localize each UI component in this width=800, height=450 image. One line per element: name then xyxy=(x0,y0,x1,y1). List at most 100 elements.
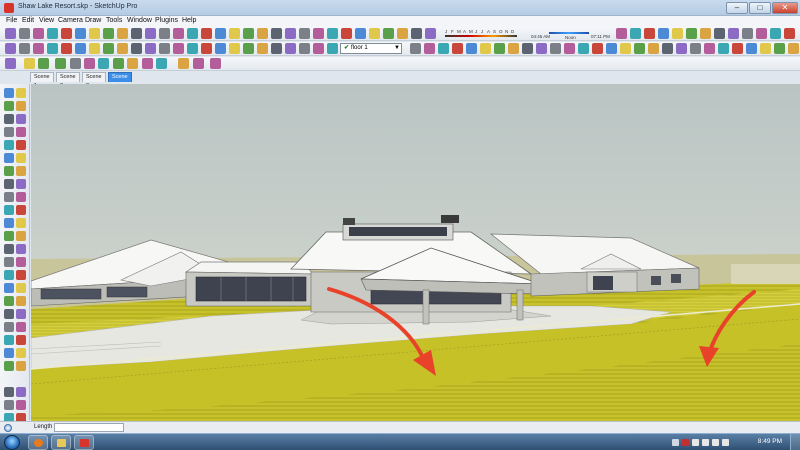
month-label[interactable]: N xyxy=(505,29,508,34)
toolbar-2-tool-icon[interactable] xyxy=(774,43,785,54)
toolbar-1-tool-icon[interactable] xyxy=(644,28,655,39)
toolbar-2-tool-icon[interactable] xyxy=(578,43,589,54)
toolbar-1-tool-icon[interactable] xyxy=(756,28,767,39)
toolbar-2-tool-icon[interactable] xyxy=(5,43,16,54)
taskbar-explorer[interactable] xyxy=(51,435,71,450)
left-tool-icon[interactable] xyxy=(4,218,14,228)
month-label[interactable]: M xyxy=(469,29,473,34)
toolbar-3-tool-icon[interactable] xyxy=(24,58,35,69)
status-info-icon[interactable] xyxy=(4,424,12,432)
toolbar-1-tool-icon[interactable] xyxy=(742,28,753,39)
menu-window[interactable]: Window xyxy=(127,17,152,24)
month-label[interactable]: J xyxy=(475,29,477,34)
toolbar-1-tool-icon[interactable] xyxy=(327,28,338,39)
toolbar-2-tool-icon[interactable] xyxy=(327,43,338,54)
toolbar-2-tool-icon[interactable] xyxy=(299,43,310,54)
menu-help[interactable]: Help xyxy=(182,17,196,24)
left-tool-icon[interactable] xyxy=(4,140,14,150)
toolbar-3-tool-icon[interactable] xyxy=(98,58,109,69)
show-desktop-button[interactable] xyxy=(790,434,800,450)
month-label[interactable]: F xyxy=(451,29,454,34)
left-tool-icon[interactable] xyxy=(16,140,26,150)
left-tool-icon[interactable] xyxy=(4,166,14,176)
toolbar-3-tool-icon[interactable] xyxy=(142,58,153,69)
taskbar-firefox[interactable] xyxy=(28,435,48,450)
toolbar-2-tool-icon[interactable] xyxy=(47,43,58,54)
model-viewport[interactable] xyxy=(31,84,800,421)
toolbar-2-tool-icon[interactable] xyxy=(424,43,435,54)
toolbar-1-tool-icon[interactable] xyxy=(658,28,669,39)
toolbar-2-tool-icon[interactable] xyxy=(634,43,645,54)
left-tool-icon[interactable] xyxy=(4,322,14,332)
toolbar-2-tool-icon[interactable] xyxy=(480,43,491,54)
toolbar-1-tool-icon[interactable] xyxy=(728,28,739,39)
left-tool-icon[interactable] xyxy=(16,205,26,215)
toolbar-2-tool-icon[interactable] xyxy=(117,43,128,54)
toolbar-2-tool-icon[interactable] xyxy=(564,43,575,54)
toolbar-1-tool-icon[interactable] xyxy=(714,28,725,39)
left-tool-icon[interactable] xyxy=(4,270,14,280)
toolbar-1-tool-icon[interactable] xyxy=(299,28,310,39)
toolbar-3-tool-icon[interactable] xyxy=(127,58,138,69)
toolbar-2-tool-icon[interactable] xyxy=(536,43,547,54)
toolbar-2-tool-icon[interactable] xyxy=(550,43,561,54)
scene-tab-4[interactable]: Scene 4 xyxy=(108,72,132,89)
left-tool-icon[interactable] xyxy=(16,322,26,332)
toolbar-2-tool-icon[interactable] xyxy=(257,43,268,54)
toolbar-2-tool-icon[interactable] xyxy=(103,43,114,54)
shadow-date-slider[interactable] xyxy=(445,35,517,37)
toolbar-2-tool-icon[interactable] xyxy=(173,43,184,54)
left-tool-icon[interactable] xyxy=(16,192,26,202)
toolbar-1-tool-icon[interactable] xyxy=(341,28,352,39)
toolbar-1-tool-icon[interactable] xyxy=(131,28,142,39)
toolbar-2-tool-icon[interactable] xyxy=(704,43,715,54)
left-tool-icon[interactable] xyxy=(4,361,14,371)
toolbar-1-tool-icon[interactable] xyxy=(672,28,683,39)
menu-camera[interactable]: Camera xyxy=(58,17,83,24)
toolbar-2-tool-icon[interactable] xyxy=(606,43,617,54)
toolbar-1-tool-icon[interactable] xyxy=(686,28,697,39)
scene-tab-3[interactable]: Scene 3 xyxy=(82,72,106,89)
toolbar-2-tool-icon[interactable] xyxy=(285,43,296,54)
toolbar-2-tool-icon[interactable] xyxy=(159,43,170,54)
toolbar-2-tool-icon[interactable] xyxy=(788,43,799,54)
toolbar-1-tool-icon[interactable] xyxy=(313,28,324,39)
toolbar-1-tool-icon[interactable] xyxy=(47,28,58,39)
toolbar-1-tool-icon[interactable] xyxy=(61,28,72,39)
toolbar-2-tool-icon[interactable] xyxy=(187,43,198,54)
left-tool-icon[interactable] xyxy=(4,114,14,124)
toolbar-2-tool-icon[interactable] xyxy=(746,43,757,54)
left-tool-icon[interactable] xyxy=(16,114,26,124)
toolbar-1-tool-icon[interactable] xyxy=(770,28,781,39)
toolbar-1-tool-icon[interactable] xyxy=(103,28,114,39)
toolbar-2-tool-icon[interactable] xyxy=(201,43,212,54)
month-label[interactable]: J xyxy=(445,29,447,34)
toolbar-2-tool-icon[interactable] xyxy=(75,43,86,54)
toolbar-3-tool-icon[interactable] xyxy=(178,58,189,69)
tray-network-icon[interactable] xyxy=(692,439,699,446)
toolbar-2-tool-icon[interactable] xyxy=(61,43,72,54)
toolbar-1-tool-icon[interactable] xyxy=(700,28,711,39)
shadow-time-slider[interactable] xyxy=(549,32,589,34)
toolbar-2-tool-icon[interactable] xyxy=(438,43,449,54)
left-tool-icon[interactable] xyxy=(4,153,14,163)
toolbar-1-tool-icon[interactable] xyxy=(201,28,212,39)
toolbar-1-tool-icon[interactable] xyxy=(229,28,240,39)
scene-tab-2[interactable]: Scene 2 xyxy=(56,72,80,89)
toolbar-1-tool-icon[interactable] xyxy=(5,28,16,39)
left-tool-icon[interactable] xyxy=(4,387,14,397)
left-tool-icon[interactable] xyxy=(4,205,14,215)
toolbar-3-tool-icon[interactable] xyxy=(156,58,167,69)
layer-select[interactable]: ✔ floor 1 ▼ xyxy=(340,43,402,54)
toolbar-1-tool-icon[interactable] xyxy=(159,28,170,39)
left-tool-icon[interactable] xyxy=(16,244,26,254)
left-tool-icon[interactable] xyxy=(16,348,26,358)
toolbar-1-tool-icon[interactable] xyxy=(257,28,268,39)
toolbar-2-tool-icon[interactable] xyxy=(494,43,505,54)
left-tool-icon[interactable] xyxy=(16,387,26,397)
left-tool-icon[interactable] xyxy=(4,296,14,306)
month-label[interactable]: M xyxy=(457,29,461,34)
length-input[interactable] xyxy=(54,423,124,432)
month-label[interactable]: J xyxy=(481,29,483,34)
left-tool-icon[interactable] xyxy=(16,296,26,306)
